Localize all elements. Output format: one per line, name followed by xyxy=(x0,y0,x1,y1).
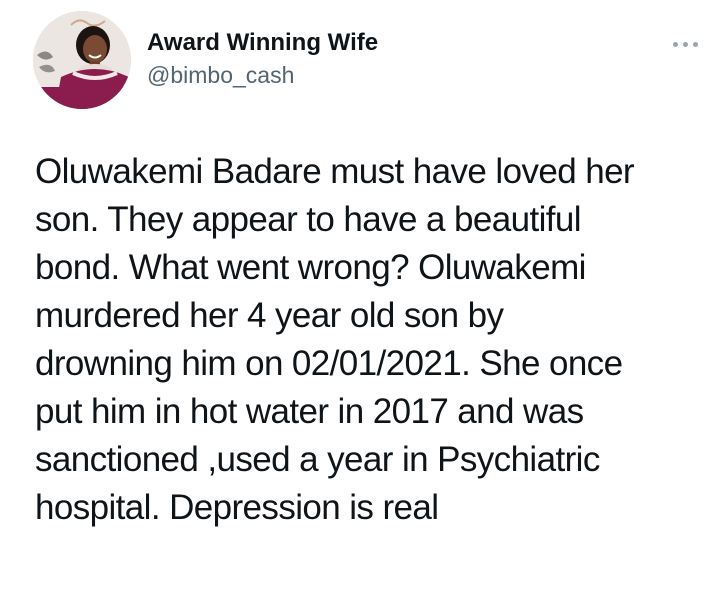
tweet-text-line: hospital. Depression is real xyxy=(35,488,439,527)
tweet-text-line: bond. What went wrong? Oluwakemi xyxy=(35,248,586,287)
more-dot xyxy=(673,41,678,47)
tweet-text-line: murdered her 4 year old son by xyxy=(35,296,504,335)
tweet-text: Oluwakemi Badare must have loved her son… xyxy=(35,148,705,532)
author-display-name[interactable]: Award Winning Wife xyxy=(147,29,378,57)
avatar[interactable] xyxy=(33,11,131,109)
tweet-text-line: son. They appear to have a beautiful xyxy=(35,200,582,239)
more-options-icon[interactable] xyxy=(658,36,698,52)
author-handle[interactable]: @bimbo_cash xyxy=(147,62,294,89)
tweet-text-line: sanctioned ,used a year in Psychiatric xyxy=(35,440,600,479)
tweet-text-line: put him in hot water in 2017 and was xyxy=(35,392,584,431)
tweet-card: Award Winning Wife @bimbo_cash Oluwakemi… xyxy=(0,0,720,601)
more-dot xyxy=(683,41,688,47)
tweet-text-line: Oluwakemi Badare must have loved her xyxy=(35,152,635,191)
profile-photo-icon xyxy=(33,11,131,109)
more-dot xyxy=(693,41,698,47)
tweet-text-line: drowning him on 02/01/2021. She once xyxy=(35,344,623,383)
